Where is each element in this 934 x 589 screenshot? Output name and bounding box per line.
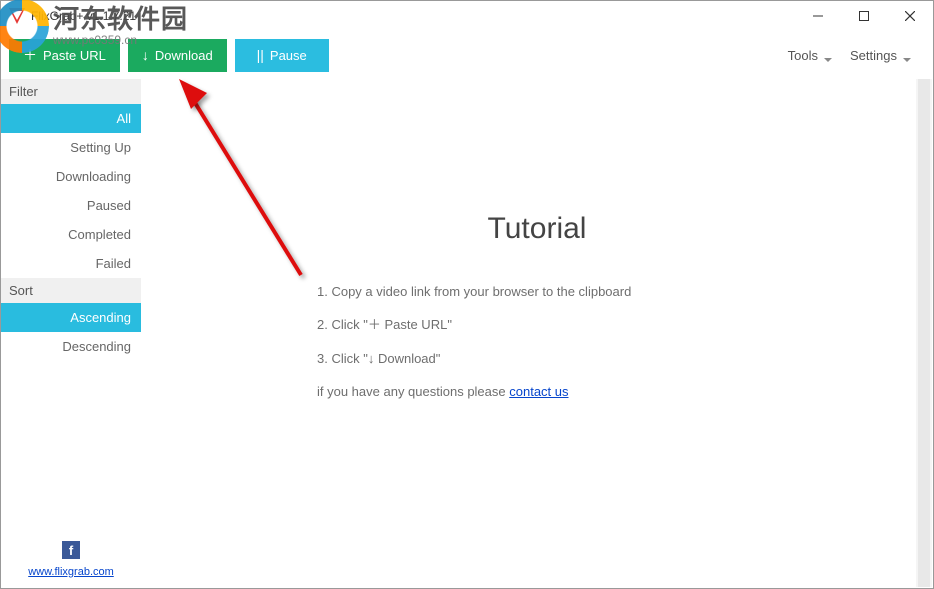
maximize-button[interactable] — [841, 1, 887, 31]
chevron-down-icon — [824, 58, 832, 62]
tutorial-contact-line: if you have any questions please contact… — [317, 382, 757, 402]
tutorial-title: Tutorial — [317, 212, 757, 246]
scrollbar-thumb[interactable] — [918, 79, 930, 587]
website-link[interactable]: www.flixgrab.com — [28, 566, 114, 578]
tools-menu[interactable]: Tools — [788, 48, 832, 63]
window-title: FlixGrab+ v1.1.7.21 — [31, 9, 136, 23]
paste-url-button[interactable]: ＋ Paste URL — [9, 39, 120, 72]
titlebar: FlixGrab+ v1.1.7.21 — [1, 1, 933, 31]
tutorial-step-2: 2. Click "＋ Paste URL" — [317, 315, 757, 335]
tutorial-step-3: 3. Click "↓ Download" — [317, 349, 757, 369]
contact-us-link[interactable]: contact us — [509, 384, 568, 399]
filter-item-failed[interactable]: Failed — [1, 249, 141, 278]
content-area: Tutorial 1. Copy a video link from your … — [141, 79, 933, 588]
sidebar-footer: f www.flixgrab.com — [1, 541, 141, 588]
toolbar: ＋ Paste URL ↓ Download || Pause Tools Se… — [1, 31, 933, 79]
download-button[interactable]: ↓ Download — [128, 39, 227, 72]
sidebar: Filter All Setting Up Downloading Paused… — [1, 79, 141, 588]
filter-header: Filter — [1, 79, 141, 104]
questions-text: if you have any questions please — [317, 384, 509, 399]
settings-menu[interactable]: Settings — [850, 48, 911, 63]
plus-icon: ＋ — [23, 45, 37, 65]
chevron-down-icon — [903, 58, 911, 62]
close-button[interactable] — [887, 1, 933, 31]
settings-label: Settings — [850, 48, 897, 63]
minimize-button[interactable] — [795, 1, 841, 31]
filter-item-setting-up[interactable]: Setting Up — [1, 133, 141, 162]
pause-button[interactable]: || Pause — [235, 39, 329, 72]
facebook-icon[interactable]: f — [62, 541, 80, 559]
filter-item-paused[interactable]: Paused — [1, 191, 141, 220]
tools-label: Tools — [788, 48, 818, 63]
window-controls — [795, 1, 933, 31]
tutorial-steps: 1. Copy a video link from your browser t… — [317, 282, 757, 402]
download-arrow-icon: ↓ — [142, 47, 149, 63]
sort-item-ascending[interactable]: Ascending — [1, 303, 141, 332]
filter-item-all[interactable]: All — [1, 104, 141, 133]
filter-item-downloading[interactable]: Downloading — [1, 162, 141, 191]
download-label: Download — [155, 48, 213, 63]
paste-url-label: Paste URL — [43, 48, 106, 63]
right-menu: Tools Settings — [788, 48, 925, 63]
main-layout: Filter All Setting Up Downloading Paused… — [1, 79, 933, 588]
sort-header: Sort — [1, 278, 141, 303]
filter-item-completed[interactable]: Completed — [1, 220, 141, 249]
app-icon — [9, 8, 25, 24]
pause-label: Pause — [270, 48, 307, 63]
sort-item-descending[interactable]: Descending — [1, 332, 141, 361]
pause-icon: || — [257, 47, 264, 63]
tutorial-step-1: 1. Copy a video link from your browser t… — [317, 282, 757, 302]
vertical-scrollbar[interactable] — [916, 79, 932, 587]
